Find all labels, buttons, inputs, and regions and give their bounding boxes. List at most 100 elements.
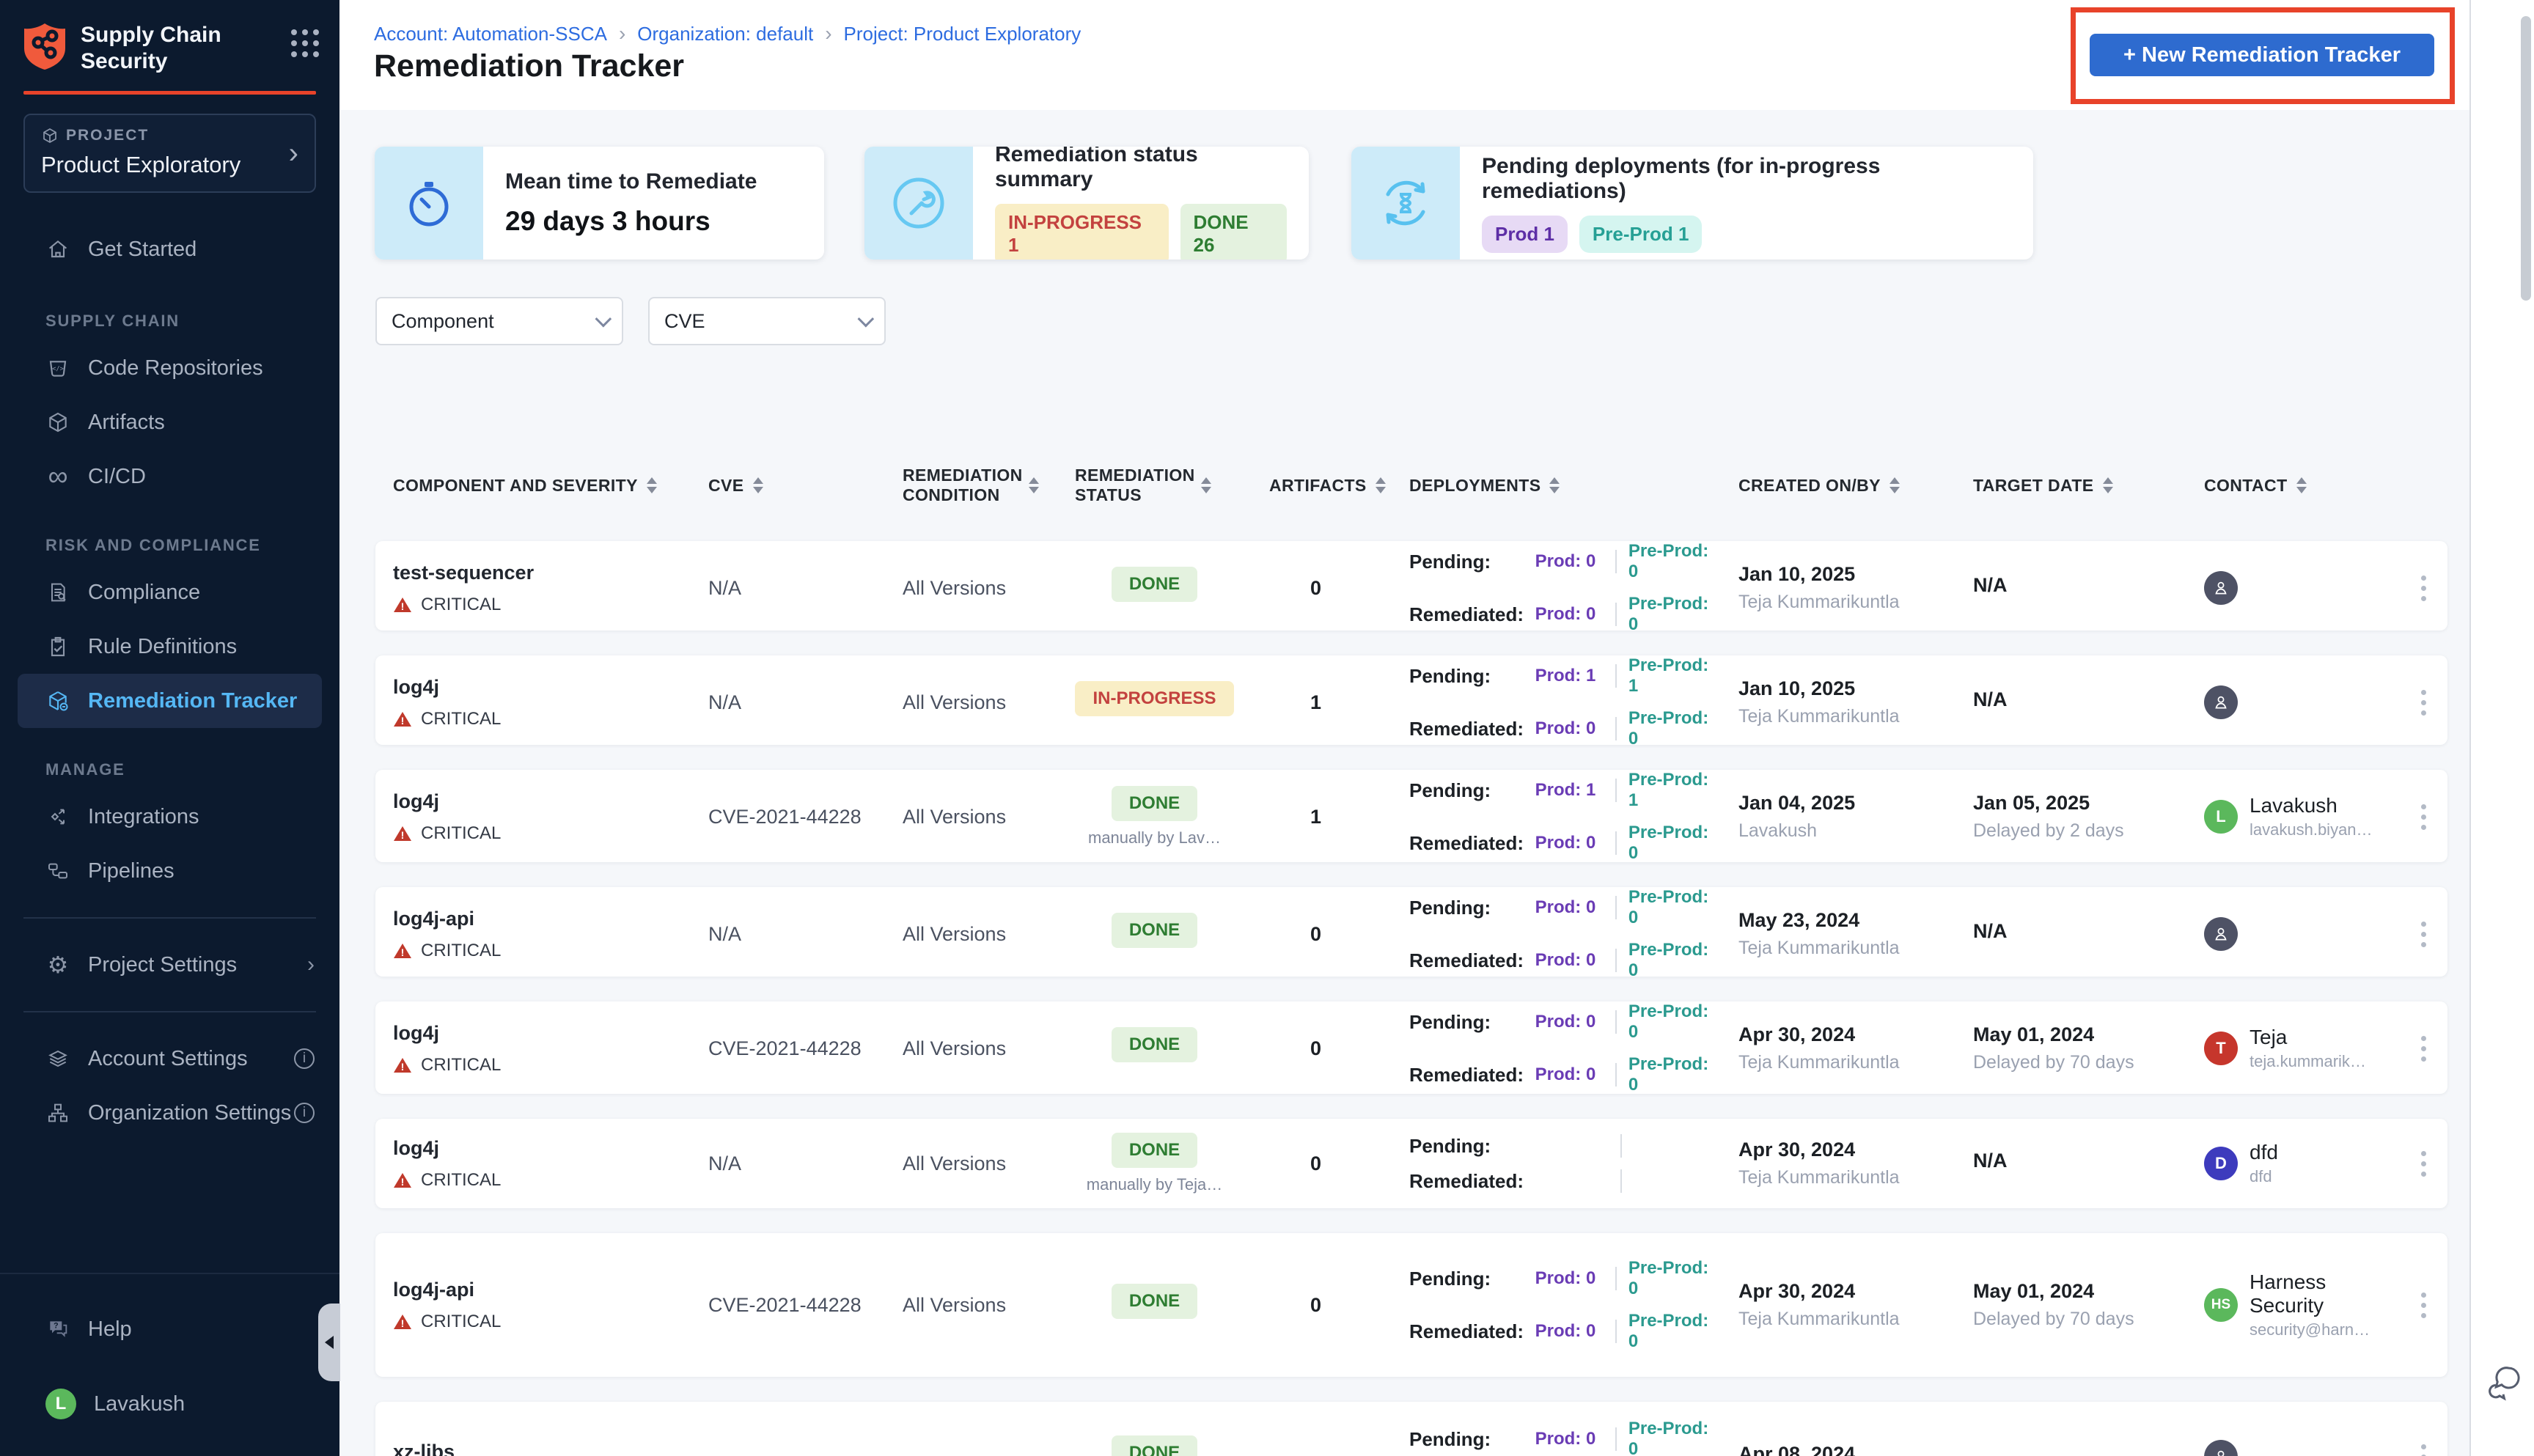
- sidebar-item-remediation-tracker[interactable]: Remediation Tracker: [18, 674, 322, 728]
- breadcrumb: Account: Automation-SSCA › Organization:…: [374, 22, 1081, 45]
- cve-filter-dropdown[interactable]: CVE: [648, 297, 886, 345]
- table-row[interactable]: log4j ! CRITICAL CVE-2021-44228 All Versi…: [375, 1001, 2447, 1095]
- preprod-pending-value[interactable]: Pre-Prod: 0: [1628, 1419, 1721, 1456]
- column-header-contact[interactable]: CONTACT: [2186, 476, 2399, 496]
- column-header-artifacts[interactable]: ARTIFACTS: [1252, 476, 1386, 496]
- column-header-component[interactable]: COMPONENT AND SEVERITY: [375, 476, 691, 496]
- breadcrumb-organization-link[interactable]: Organization: default: [637, 23, 813, 45]
- preprod-pending-value[interactable]: Pre-Prod: 1: [1628, 655, 1721, 696]
- prod-pending-value[interactable]: Prod: 0: [1535, 551, 1612, 572]
- column-header-cve[interactable]: CVE: [691, 476, 885, 496]
- sidebar-item-rule-definitions[interactable]: Rule Definitions: [0, 619, 339, 674]
- artifact-box-icon: [45, 410, 70, 435]
- sidebar-item-pipelines[interactable]: Pipelines: [0, 844, 339, 898]
- table-row[interactable]: log4j ! CRITICAL N/A All Versions DONE man…: [375, 1119, 2447, 1208]
- chat-feedback-icon[interactable]: [2484, 1362, 2525, 1403]
- sidebar-item-cicd[interactable]: ∞ CI/CD: [0, 449, 339, 504]
- app-header: Supply Chain Security: [0, 0, 339, 75]
- preprod-pending-value[interactable]: Pre-Prod: 0: [1628, 1001, 1721, 1043]
- prod-pending-value[interactable]: Prod: 1: [1535, 666, 1612, 686]
- hourglass-cycle-icon: [1386, 180, 1425, 226]
- prod-pending-value[interactable]: Prod: 0: [1535, 897, 1612, 918]
- supply-chain-security-logo-icon: [24, 23, 65, 70]
- new-remediation-tracker-button[interactable]: + New Remediation Tracker: [2090, 34, 2434, 76]
- prod-remediated-value[interactable]: Prod: 0: [1535, 950, 1612, 971]
- mean-time-to-remediate-card: Mean time to Remediate 29 days 3 hours: [375, 147, 824, 260]
- status-badge: DONE: [1111, 1133, 1198, 1168]
- row-menu-button[interactable]: [2415, 570, 2432, 607]
- prod-pending-value[interactable]: Prod: 0: [1535, 1268, 1612, 1289]
- vertical-scrollbar[interactable]: [2521, 16, 2531, 301]
- table-row[interactable]: test-sequencer ! CRITICAL N/A All Version…: [375, 541, 2447, 634]
- project-selector[interactable]: PROJECT Product Exploratory ›: [23, 114, 316, 193]
- preprod-remediated-value[interactable]: Pre-Prod: 0: [1628, 1054, 1721, 1095]
- severity: ! CRITICAL: [393, 941, 691, 961]
- sort-icon[interactable]: [646, 477, 657, 493]
- preprod-remediated-value[interactable]: Pre-Prod: 0: [1628, 594, 1721, 635]
- sort-icon[interactable]: [2102, 477, 2113, 493]
- preprod-pending-value[interactable]: Pre-Prod: 0: [1628, 541, 1721, 582]
- table-row[interactable]: log4j-api ! CRITICAL CVE-2021-44228 All V…: [375, 1233, 2447, 1377]
- svg-text:!: !: [401, 1061, 405, 1073]
- preprod-pending-value[interactable]: Pre-Prod: 0: [1628, 1258, 1721, 1299]
- divider: [1620, 1134, 1622, 1158]
- row-menu-button[interactable]: [2415, 1030, 2432, 1067]
- contact-avatar: D: [2204, 1147, 2238, 1180]
- preprod-remediated-value[interactable]: Pre-Prod: 0: [1628, 940, 1721, 981]
- prod-remediated-value[interactable]: Prod: 0: [1535, 1065, 1612, 1085]
- sidebar-item-account-settings[interactable]: Account Settings i: [0, 1032, 339, 1086]
- component-filter-dropdown[interactable]: Component: [375, 297, 623, 345]
- row-menu-button[interactable]: [2415, 1145, 2432, 1183]
- preprod-pending-value[interactable]: Pre-Prod: 1: [1628, 770, 1721, 811]
- column-header-remediation-condition[interactable]: REMEDIATION CONDITION: [885, 466, 1057, 505]
- prod-pending-value[interactable]: Prod: 0: [1535, 1012, 1612, 1032]
- preprod-remediated-value[interactable]: Pre-Prod: 0: [1628, 823, 1721, 864]
- table-row[interactable]: log4j ! CRITICAL N/A All Versions IN-PROG…: [375, 655, 2447, 749]
- card-title: Mean time to Remediate: [505, 169, 757, 194]
- breadcrumb-project-link[interactable]: Project: Product Exploratory: [844, 23, 1081, 45]
- row-menu-button[interactable]: [2415, 684, 2432, 721]
- table-row[interactable]: log4j ! CRITICAL CVE-2021-44228 All Versi…: [375, 770, 2447, 864]
- sidebar-item-artifacts[interactable]: Artifacts: [0, 395, 339, 449]
- prod-remediated-value[interactable]: Prod: 0: [1535, 833, 1612, 853]
- sidebar-item-code-repositories[interactable]: </> Code Repositories: [0, 341, 339, 395]
- sort-icon[interactable]: [752, 477, 763, 493]
- sidebar-item-organization-settings[interactable]: Organization Settings i: [0, 1086, 339, 1140]
- row-menu-button[interactable]: [2415, 1287, 2432, 1324]
- preprod-remediated-value[interactable]: Pre-Prod: 0: [1628, 708, 1721, 749]
- prod-remediated-value[interactable]: Prod: 0: [1535, 718, 1612, 739]
- sort-icon[interactable]: [2296, 477, 2307, 493]
- column-header-remediation-status[interactable]: REMEDIATION STATUS: [1057, 466, 1252, 505]
- table-row[interactable]: log4j-api ! CRITICAL N/A All Versions DON…: [375, 887, 2447, 980]
- app-switcher-icon[interactable]: [291, 29, 319, 57]
- prod-remediated-value[interactable]: Prod: 0: [1535, 1321, 1612, 1342]
- sort-icon[interactable]: [1889, 477, 1900, 493]
- sidebar-item-integrations[interactable]: Integrations: [0, 790, 339, 844]
- table-row[interactable]: xz-libs DONE Pending: Prod: 0 Pre-Prod: 0 …: [375, 1402, 2447, 1456]
- sidebar-item-get-started[interactable]: Get Started: [0, 222, 339, 276]
- prod-pending-value[interactable]: Prod: 0: [1535, 1429, 1612, 1449]
- sort-icon[interactable]: [1549, 477, 1560, 493]
- preprod-pending-value[interactable]: Pre-Prod: 0: [1628, 887, 1721, 928]
- sidebar-item-project-settings[interactable]: ⚙ Project Settings ›: [0, 938, 339, 992]
- column-header-created-on-by[interactable]: CREATED ON/BY: [1721, 476, 1955, 496]
- prod-pending-value[interactable]: Prod: 1: [1535, 780, 1612, 801]
- prod-remediated-value[interactable]: Prod: 0: [1535, 604, 1612, 625]
- row-menu-button[interactable]: [2415, 1438, 2432, 1456]
- divider: [1615, 1427, 1617, 1451]
- user-menu[interactable]: L Lavakush: [0, 1377, 339, 1431]
- sidebar-collapse-handle[interactable]: [318, 1304, 340, 1381]
- sidebar-item-compliance[interactable]: Compliance: [0, 565, 339, 619]
- row-menu-button[interactable]: [2415, 916, 2432, 953]
- contact-cell: [2186, 917, 2399, 951]
- preprod-remediated-value[interactable]: Pre-Prod: 0: [1628, 1311, 1721, 1352]
- column-header-deployments[interactable]: DEPLOYMENTS: [1380, 476, 1721, 496]
- breadcrumb-account-link[interactable]: Account: Automation-SSCA: [374, 23, 607, 45]
- sort-icon[interactable]: [1029, 477, 1039, 493]
- row-menu-button[interactable]: [2415, 798, 2432, 836]
- sidebar-item-help[interactable]: ? Help: [0, 1302, 339, 1356]
- contact-avatar: [2204, 571, 2238, 605]
- cve-value: CVE-2021-44228: [708, 1293, 862, 1316]
- column-header-target-date[interactable]: TARGET DATE: [1955, 476, 2186, 496]
- sort-icon[interactable]: [1201, 477, 1211, 493]
